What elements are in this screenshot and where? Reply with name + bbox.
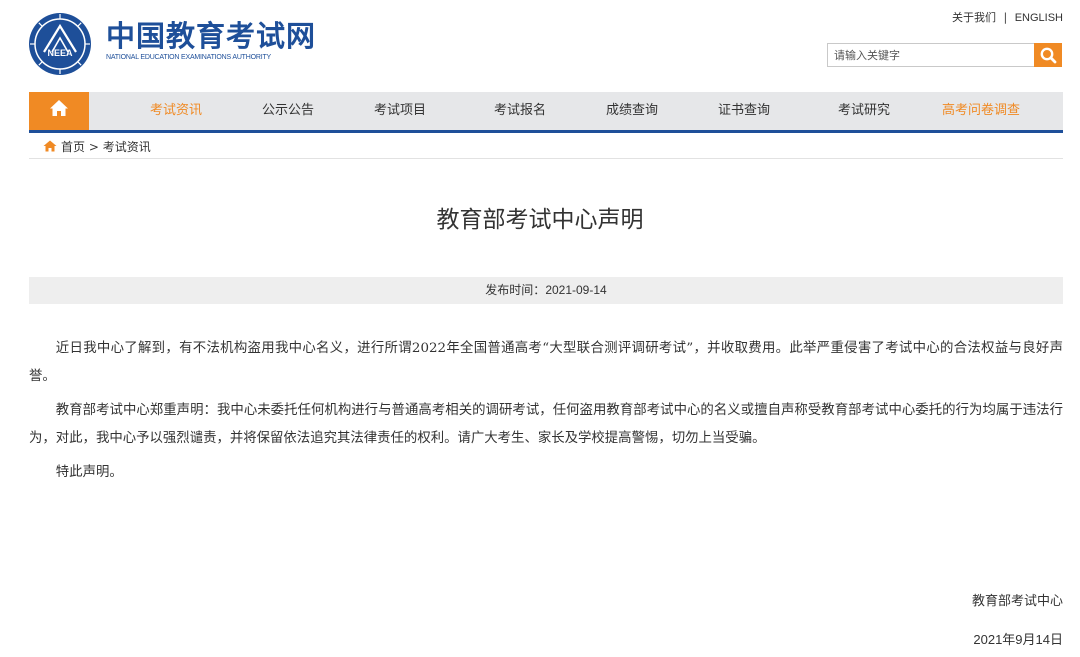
nav-home-button[interactable] bbox=[29, 92, 89, 130]
publish-date-bar: 发布时间：2021-09-14 bbox=[29, 277, 1063, 304]
breadcrumb-home[interactable]: 首页 bbox=[61, 140, 85, 154]
site-logo[interactable]: NEEA bbox=[28, 12, 92, 76]
site-name-cn: 中国教育考试网 bbox=[106, 19, 317, 53]
site-name-en: NATIONAL EDUCATION EXAMINATIONS AUTHORIT… bbox=[106, 54, 272, 61]
search-box bbox=[827, 43, 1036, 67]
about-link[interactable]: 关于我们 bbox=[952, 11, 996, 24]
nav-item-announcements[interactable]: 公示公告 bbox=[262, 92, 314, 130]
nav-item-exam-news[interactable]: 考试资讯 bbox=[150, 92, 202, 130]
search-input[interactable] bbox=[828, 44, 1036, 67]
nav-item-exam-research[interactable]: 考试研究 bbox=[838, 92, 890, 130]
breadcrumb-home-icon bbox=[43, 140, 57, 152]
home-icon bbox=[50, 100, 68, 116]
nav-item-exam-projects[interactable]: 考试项目 bbox=[374, 92, 426, 130]
english-link[interactable]: ENGLISH bbox=[1015, 12, 1063, 24]
search-button[interactable] bbox=[1034, 43, 1062, 67]
article-body: 近日我中心了解到，有不法机构盗用我中心名义，进行所谓2022年全国普通高考“大型… bbox=[29, 335, 1063, 493]
article-paragraph: 特此声明。 bbox=[55, 465, 123, 480]
breadcrumb-current[interactable]: 考试资讯 bbox=[103, 140, 151, 154]
publish-date-label: 发布时间： bbox=[485, 283, 546, 297]
logo-badge-text: NEEA bbox=[47, 48, 73, 58]
search-icon bbox=[1040, 47, 1057, 64]
nav-item-gaokao-survey[interactable]: 高考问卷调查 bbox=[942, 92, 1020, 130]
site-name[interactable]: 中国教育考试网 NATIONAL EDUCATION EXAMINATIONS … bbox=[106, 20, 316, 61]
breadcrumb: 首页 > 考试资讯 bbox=[43, 138, 151, 156]
article-title: 教育部考试中心声明 bbox=[436, 207, 644, 233]
main-nav: 考试资讯 公示公告 考试项目 考试报名 成绩查询 证书查询 考试研究 高考问卷调… bbox=[29, 92, 1063, 133]
breadcrumb-divider bbox=[29, 158, 1063, 159]
article-paragraph: 教育部考试中心郑重声明：我中心未委托任何机构进行与普通高考相关的调研考试，任何盗… bbox=[29, 403, 1063, 446]
nav-item-certificate-query[interactable]: 证书查询 bbox=[718, 92, 770, 130]
article-signature: 教育部考试中心 bbox=[971, 594, 1063, 609]
link-separator: | bbox=[1003, 11, 1008, 24]
publish-date: 2021-09-14 bbox=[545, 283, 607, 297]
nav-item-registration[interactable]: 考试报名 bbox=[494, 92, 546, 130]
article-paragraph: 近日我中心了解到，有不法机构盗用我中心名义，进行所谓2022年全国普通高考“大型… bbox=[29, 341, 1063, 384]
nav-item-score-query[interactable]: 成绩查询 bbox=[606, 92, 658, 130]
neea-logo-icon: NEEA bbox=[29, 13, 91, 75]
breadcrumb-separator: > bbox=[88, 140, 99, 154]
top-links: 关于我们 | ENGLISH bbox=[948, 9, 1063, 25]
article-sign-date: 2021年9月14日 bbox=[973, 632, 1063, 647]
